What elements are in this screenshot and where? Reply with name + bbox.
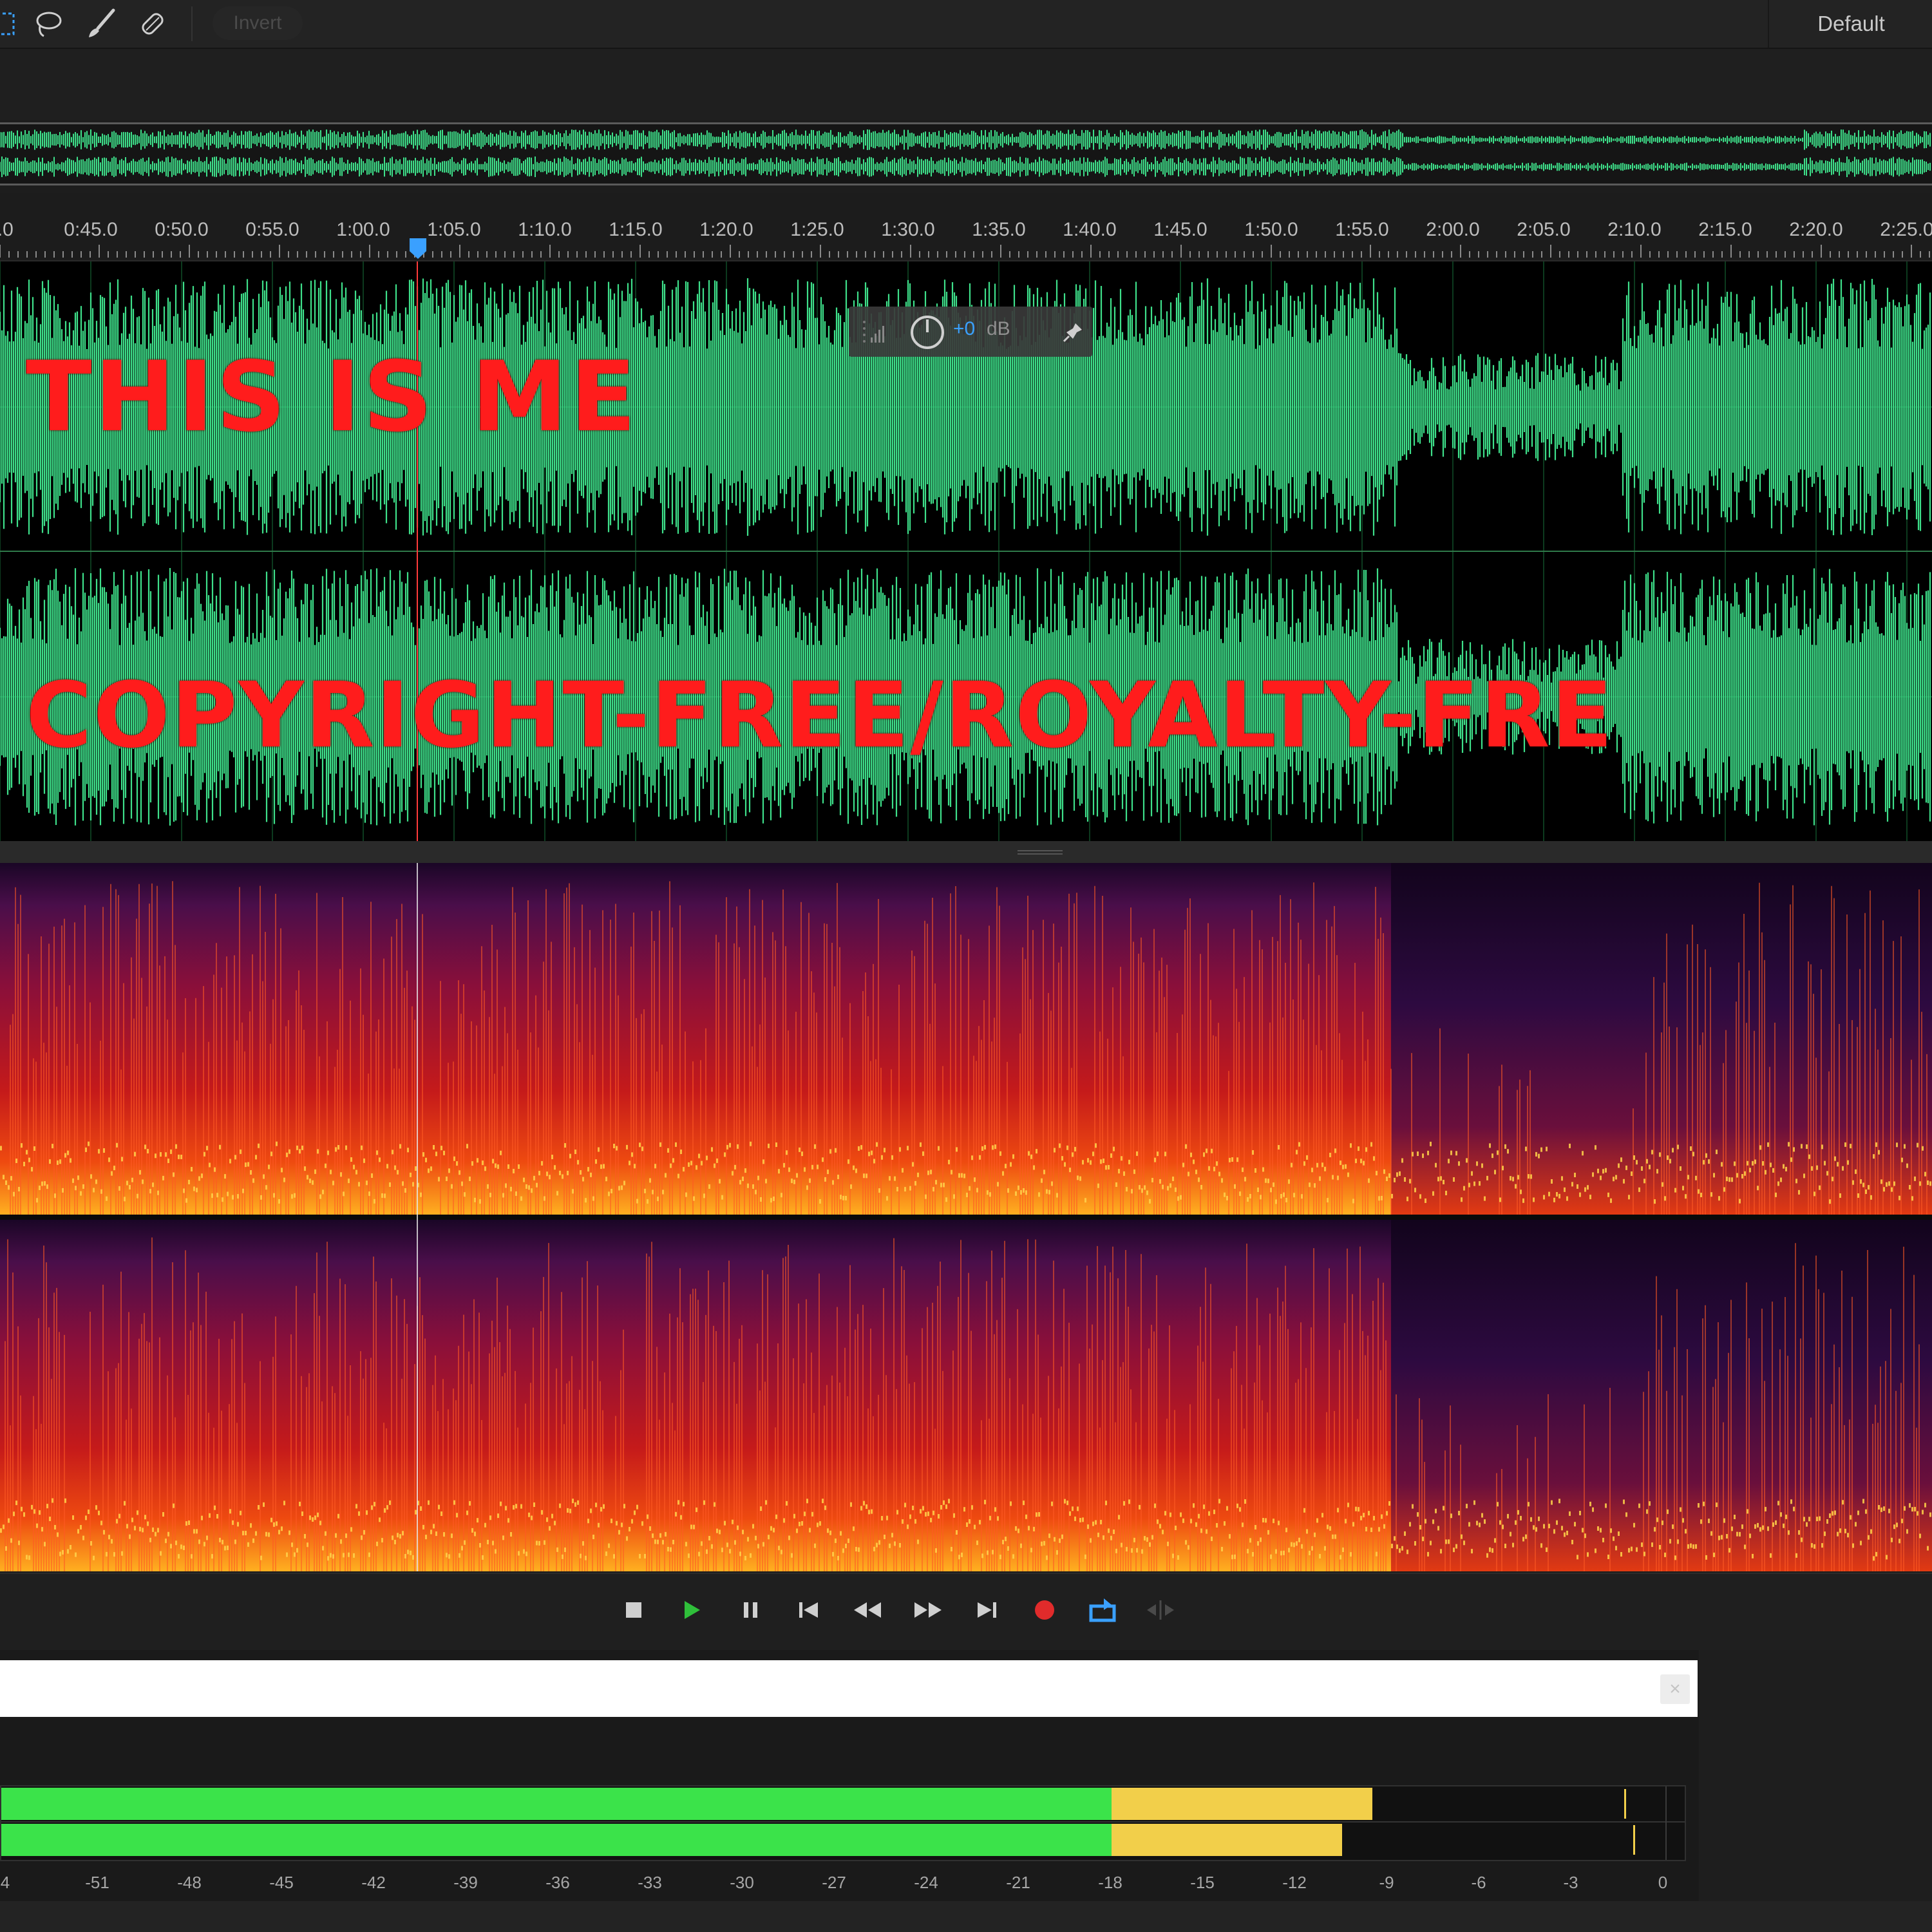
workspace-default-tab[interactable]: Default <box>1768 0 1932 48</box>
meter-scale-label: -15 <box>1190 1873 1215 1892</box>
panel-resize-handle[interactable] <box>0 841 1932 863</box>
go-to-start-icon[interactable] <box>791 1592 827 1628</box>
meter-scale-label: -36 <box>545 1873 570 1892</box>
gain-value[interactable]: +0 <box>953 318 975 340</box>
toolbar: Invert Default <box>0 0 1932 49</box>
meter-scale-label: 4 <box>0 1873 10 1892</box>
meter-scale-label: -21 <box>1006 1873 1030 1892</box>
peak-hold-left <box>1624 1789 1627 1819</box>
lasso-selection-icon[interactable] <box>30 5 67 43</box>
go-to-end-icon[interactable] <box>969 1592 1005 1628</box>
time-ruler[interactable]: 0.00:45.00:50.00:55.01:00.01:05.01:10.01… <box>0 193 1932 261</box>
meter-scale-label: -9 <box>1379 1873 1394 1892</box>
meter-divider <box>1 1821 1685 1823</box>
meter-scale-label: -33 <box>638 1873 662 1892</box>
meter-scale-label: 0 <box>1658 1873 1668 1892</box>
pin-icon[interactable] <box>1061 321 1084 344</box>
meter-right-yellow <box>1112 1824 1342 1856</box>
invert-button[interactable]: Invert <box>213 6 303 40</box>
spot-healing-icon[interactable] <box>134 5 171 43</box>
meter-scale-label: -18 <box>1098 1873 1122 1892</box>
meter-scale-label: -6 <box>1471 1873 1486 1892</box>
watermark-line-2: COPYRIGHT-FREE/ROYALTY-FRE <box>26 663 1615 768</box>
play-icon[interactable] <box>674 1592 710 1628</box>
search-field[interactable] <box>0 1660 1698 1717</box>
level-meter <box>0 1785 1686 1861</box>
meter-scale-label: -12 <box>1282 1873 1307 1892</box>
meter-scale-label: -39 <box>453 1873 478 1892</box>
meter-scale-label: -3 <box>1563 1873 1578 1892</box>
transport-bar <box>0 1573 1932 1651</box>
clear-field-icon[interactable]: × <box>1660 1674 1690 1704</box>
gain-unit: dB <box>987 318 1010 339</box>
meter-left-yellow <box>1112 1788 1373 1820</box>
rewind-icon[interactable] <box>850 1592 886 1628</box>
skip-selection-icon[interactable] <box>1142 1592 1179 1628</box>
loop-icon[interactable] <box>1084 1592 1121 1628</box>
spectral-frequency-display[interactable] <box>0 863 1932 1571</box>
peak-hold-right <box>1633 1825 1636 1855</box>
right-side-panel <box>1699 1650 1932 1901</box>
hud-grip-icon[interactable] <box>859 316 885 348</box>
gain-knob-icon[interactable] <box>909 314 945 350</box>
meter-scale-label: -45 <box>269 1873 294 1892</box>
stop-icon[interactable] <box>616 1592 652 1628</box>
gain-hud[interactable]: +0 dB <box>849 307 1092 357</box>
meter-scale-label: -27 <box>822 1873 846 1892</box>
status-bar <box>0 1901 1932 1932</box>
marquee-selection-icon[interactable] <box>0 5 24 43</box>
pause-icon[interactable] <box>733 1592 769 1628</box>
meter-left-green <box>1 1788 1112 1820</box>
toolbar-divider <box>191 6 193 41</box>
meter-scale-label: -51 <box>85 1873 109 1892</box>
overview-waveform[interactable] <box>0 122 1932 185</box>
meter-scale: 4 -51 -48 -45 -42 -39 -36 -33 -30 -27 -24 -21 -18 -15… <box>0 1868 1683 1906</box>
watermark-line-1: THIS IS ME <box>26 341 639 453</box>
meter-scale-label: -30 <box>730 1873 754 1892</box>
record-icon[interactable] <box>1027 1592 1063 1628</box>
meter-right-green <box>1 1824 1112 1856</box>
clip-divider <box>1665 1786 1667 1860</box>
meter-scale-label: -48 <box>177 1873 202 1892</box>
overview-band <box>0 49 1932 120</box>
meter-scale-label: -24 <box>914 1873 938 1892</box>
paintbrush-selection-icon[interactable] <box>82 5 120 43</box>
meter-scale-label: -42 <box>361 1873 386 1892</box>
fast-forward-icon[interactable] <box>909 1592 945 1628</box>
